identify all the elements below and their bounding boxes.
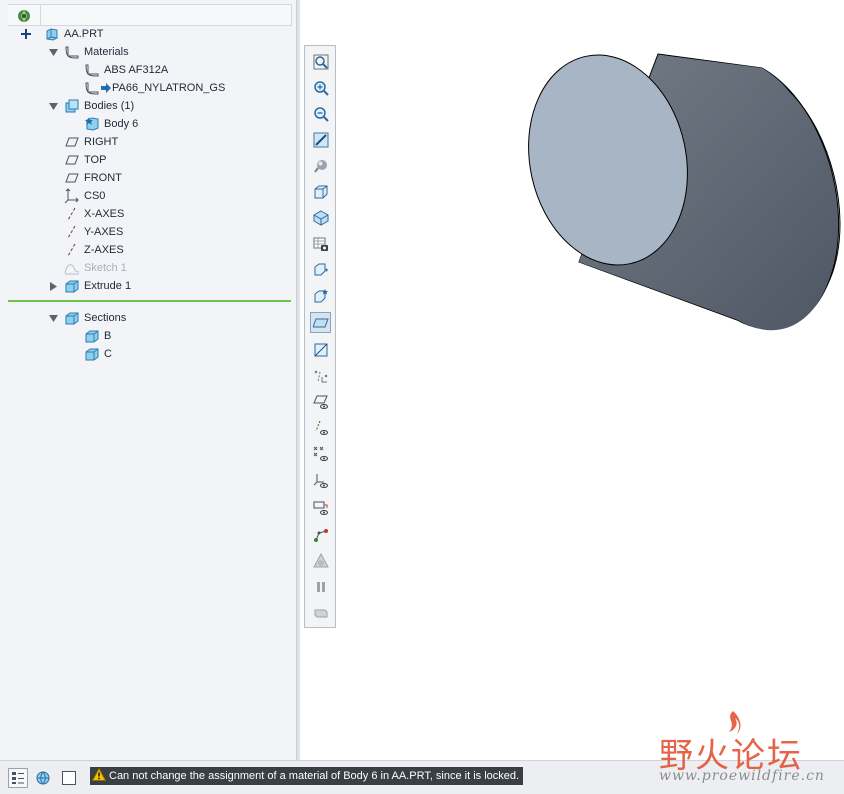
tree-label-top: TOP: [84, 154, 107, 166]
tree-label-cs0: CS0: [84, 190, 106, 202]
annotation-display-icon[interactable]: [310, 285, 331, 306]
body-icon: [84, 116, 100, 132]
tree-item-z-axes[interactable]: Z-AXES: [64, 241, 124, 259]
tree-item-right[interactable]: RIGHT: [64, 133, 118, 151]
insert-here-separator[interactable]: [8, 300, 291, 302]
warning-icon: [91, 767, 107, 784]
tree-label-x-axes: X-AXES: [84, 208, 125, 220]
simulation-display-icon[interactable]: [310, 550, 331, 571]
site-watermark: 野火论坛 www.proewildfire.cn: [655, 711, 835, 790]
plane-display-icon[interactable]: [310, 391, 331, 412]
tree-label-materials: Materials: [84, 46, 129, 58]
sections-icon: [64, 310, 80, 326]
material-icon: [84, 62, 100, 78]
tree-item-material-1[interactable]: ABS AF312A: [84, 61, 168, 79]
tree-item-section-b[interactable]: B: [84, 327, 111, 345]
saved-orientations-icon[interactable]: [310, 207, 331, 228]
repaint-icon[interactable]: [310, 129, 331, 150]
materials-icon: [64, 44, 80, 60]
tree-item-extrude[interactable]: Extrude 1: [64, 277, 131, 295]
tree-item-sketch[interactable]: Sketch 1: [64, 259, 127, 277]
datum-axis-icon: [64, 242, 80, 258]
tree-label-sketch: Sketch 1: [84, 262, 127, 274]
tree-item-front[interactable]: FRONT: [64, 169, 122, 187]
pause-icon[interactable]: [310, 576, 331, 597]
tree-item-section-c[interactable]: C: [84, 345, 112, 363]
tree-label-right: RIGHT: [84, 136, 119, 148]
tree-label-section-c: C: [104, 348, 112, 360]
tree-item-top[interactable]: TOP: [64, 151, 106, 169]
annotation-plane-icon[interactable]: [310, 497, 331, 518]
status-message: Can not change the assignment of a mater…: [90, 767, 524, 785]
tree-label-y-axes: Y-AXES: [84, 226, 124, 238]
material-icon: [84, 80, 100, 96]
perspective-icon[interactable]: [310, 339, 331, 360]
datum-axis-icon: [64, 224, 80, 240]
status-message-text: Can not change the assignment of a mater…: [109, 770, 520, 782]
appearance-icon[interactable]: [310, 155, 331, 176]
section-icon: [84, 346, 100, 362]
assigned-arrow-icon: [100, 80, 112, 96]
datum-plane-icon: [64, 170, 80, 186]
tree-item-root[interactable]: AA.PRT: [18, 25, 104, 43]
expand-extrude-icon[interactable]: [48, 281, 58, 291]
tree-label-material-1: ABS AF312A: [104, 64, 169, 76]
tree-item-x-axes[interactable]: X-AXES: [64, 205, 124, 223]
datum-plane-icon: [64, 134, 80, 150]
datum-plane-icon: [64, 152, 80, 168]
watermark-url: www.proewildfire.cn: [659, 768, 825, 784]
tree-label-extrude: Extrude 1: [84, 280, 132, 292]
axis-display-icon[interactable]: [310, 417, 331, 438]
section-display-icon[interactable]: [310, 312, 331, 333]
tree-label-bodies: Bodies (1): [84, 100, 135, 112]
tree-item-cs0[interactable]: CS0: [64, 187, 105, 205]
section-icon: [84, 328, 100, 344]
part-icon: [44, 26, 60, 42]
rewind-icon[interactable]: [310, 602, 331, 623]
tree-item-material-2[interactable]: PA66_NYLATRON_GS: [84, 79, 225, 97]
csys-display-icon[interactable]: [310, 470, 331, 491]
tree-item-materials[interactable]: Materials: [64, 43, 129, 61]
tree-label-root: AA.PRT: [64, 28, 104, 40]
model-tree-header: [8, 4, 292, 26]
tree-label-sections: Sections: [84, 312, 127, 324]
tree-item-bodies[interactable]: Bodies (1): [64, 97, 134, 115]
point-display-icon[interactable]: [310, 443, 331, 464]
tree-label-material-2: PA66_NYLATRON_GS: [112, 82, 226, 94]
bodies-icon: [64, 98, 80, 114]
zoom-fit-icon[interactable]: [310, 51, 331, 72]
model-tree-panel: AA.PRT Materials ABS AF312A PA66_NYLATRO…: [0, 0, 296, 760]
expand-sections-icon[interactable]: [48, 313, 58, 323]
navigator-toggle-icon[interactable]: [8, 768, 28, 788]
spin-center-icon[interactable]: [310, 259, 331, 280]
browser-toggle-icon[interactable]: [33, 768, 53, 788]
sketch-icon: [64, 260, 80, 276]
zoom-out-icon[interactable]: [310, 103, 331, 124]
coordinate-system-icon: [64, 188, 80, 204]
fullscreen-toggle-icon[interactable]: [59, 768, 79, 788]
expand-bodies-icon[interactable]: [48, 101, 58, 111]
connection-display-icon[interactable]: [310, 524, 331, 545]
cylinder-model[interactable]: [300, 0, 844, 760]
graphics-toolbar: [304, 45, 336, 628]
datum-display-icon[interactable]: [310, 365, 331, 386]
add-plus-icon[interactable]: [18, 26, 34, 42]
tree-label-z-axes: Z-AXES: [84, 244, 124, 256]
tree-settings-icon[interactable]: [14, 6, 34, 26]
tree-item-body[interactable]: Body 6: [84, 115, 138, 133]
tree-item-sections[interactable]: Sections: [64, 309, 126, 327]
zoom-in-icon[interactable]: [310, 77, 331, 98]
tree-label-section-b: B: [104, 330, 112, 342]
expand-materials-icon[interactable]: [48, 47, 58, 57]
tree-label-front: FRONT: [84, 172, 122, 184]
tree-header-divider: [40, 4, 41, 26]
tree-label-body: Body 6: [104, 118, 139, 130]
display-style-icon[interactable]: [310, 181, 331, 202]
datum-axis-icon: [64, 206, 80, 222]
graphics-viewport[interactable]: [300, 0, 844, 760]
tree-item-y-axes[interactable]: Y-AXES: [64, 223, 123, 241]
extrude-icon: [64, 278, 80, 294]
view-manager-icon[interactable]: [310, 233, 331, 254]
